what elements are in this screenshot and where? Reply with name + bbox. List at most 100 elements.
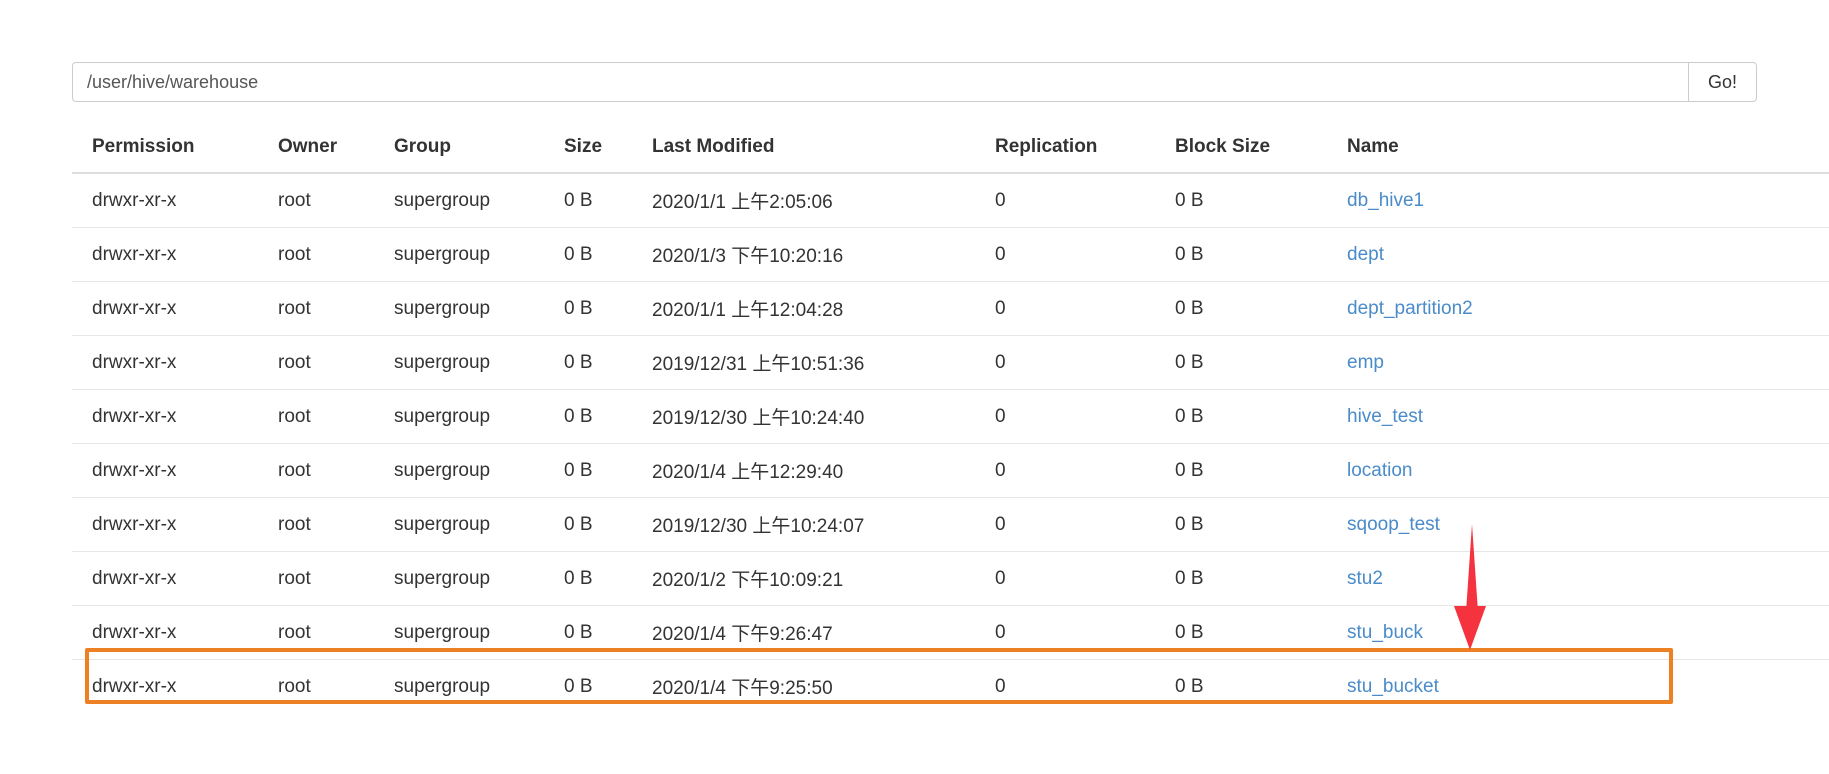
cell-size: 0 B — [544, 551, 632, 606]
cell-owner: root — [258, 335, 374, 390]
column-header-last-modified[interactable]: Last Modified — [632, 128, 975, 174]
cell-last-modified: 2020/1/1 上午2:05:06 — [652, 192, 833, 213]
cell-group: supergroup — [374, 389, 544, 444]
cell-owner: root — [258, 497, 374, 552]
cell-group: supergroup — [374, 227, 544, 282]
table-row: drwxr-xr-x root supergroup 0 B 2020/1/4 下午9:… — [72, 605, 1829, 660]
cell-owner: root — [258, 281, 374, 336]
file-link[interactable]: dept — [1347, 244, 1384, 265]
cell-block-size: 0 B — [1155, 443, 1327, 498]
table-row: drwxr-xr-x root supergroup 0 B 2020/1/1 上午2:… — [72, 173, 1829, 228]
cell-block-size: 0 B — [1155, 605, 1327, 660]
cell-last-modified: 2020/1/3 下午10:20:16 — [632, 227, 975, 282]
column-header-name[interactable]: Name — [1327, 128, 1829, 174]
cell-last-modified: 2020/1/4 下午9:26:47 — [632, 605, 975, 660]
cell-group: supergroup — [374, 551, 544, 606]
cell-name: stu2 — [1327, 551, 1829, 606]
cell-owner: root — [258, 605, 374, 660]
cell-name: dept — [1327, 227, 1829, 282]
cell-last-modified: 2020/1/4 上午12:29:40 — [632, 443, 975, 498]
cell-owner: root — [258, 659, 374, 713]
cell-permission: drwxr-xr-x — [72, 659, 258, 713]
table-header-row: Permission Owner Group Size Last Modifie… — [72, 128, 1829, 174]
cell-group: supergroup — [374, 335, 544, 390]
cell-name: dept_partition2 — [1327, 281, 1829, 336]
cell-replication: 0 — [975, 605, 1155, 660]
directory-listing-table: Permission Owner Group Size Last Modifie… — [72, 128, 1829, 713]
cell-replication: 0 — [975, 497, 1155, 552]
cell-replication: 0 — [995, 189, 1006, 211]
cell-owner: root — [278, 189, 311, 211]
cell-name: emp — [1327, 335, 1829, 390]
table-row: drwxr-xr-x root supergroup 0 B 2019/12/30 上午… — [72, 389, 1829, 444]
cell-last-modified: 2019/12/31 上午10:51:36 — [632, 335, 975, 390]
table-row: drwxr-xr-x root supergroup 0 B 2020/1/3 下午10… — [72, 227, 1829, 282]
cell-permission: drwxr-xr-x — [92, 189, 177, 211]
cell-block-size: 0 B — [1155, 551, 1327, 606]
path-navigation-form: Go! — [72, 62, 1757, 102]
column-header-owner[interactable]: Owner — [258, 128, 374, 174]
cell-group: supergroup — [374, 605, 544, 660]
table-row: drwxr-xr-x root supergroup 0 B 2019/12/31 上午… — [72, 335, 1829, 390]
cell-last-modified: 2020/1/1 上午12:04:28 — [632, 281, 975, 336]
cell-group: supergroup — [374, 659, 544, 713]
file-link[interactable]: emp — [1347, 352, 1384, 373]
table-row: drwxr-xr-x root supergroup 0 B 2020/1/1 上午12… — [72, 281, 1829, 336]
cell-size: 0 B — [544, 227, 632, 282]
file-link[interactable]: dept_partition2 — [1347, 298, 1473, 319]
cell-name: sqoop_test — [1327, 497, 1829, 552]
cell-replication: 0 — [975, 659, 1155, 713]
column-header-size[interactable]: Size — [544, 128, 632, 174]
cell-group: supergroup — [374, 281, 544, 336]
cell-block-size: 0 B — [1155, 497, 1327, 552]
cell-block-size: 0 B — [1155, 659, 1327, 713]
cell-permission: drwxr-xr-x — [72, 443, 258, 498]
cell-group: supergroup — [374, 497, 544, 552]
cell-replication: 0 — [975, 389, 1155, 444]
go-button[interactable]: Go! — [1688, 62, 1757, 102]
file-link[interactable]: db_hive1 — [1347, 190, 1424, 211]
cell-size: 0 B — [544, 335, 632, 390]
cell-block-size: 0 B — [1155, 335, 1327, 390]
column-header-group[interactable]: Group — [374, 128, 544, 174]
table-row: drwxr-xr-x root supergroup 0 B 2020/1/4 上午12… — [72, 443, 1829, 498]
cell-size: 0 B — [544, 497, 632, 552]
table-row: drwxr-xr-x root supergroup 0 B 2019/12/30 上午… — [72, 497, 1829, 552]
file-link[interactable]: stu2 — [1347, 568, 1383, 589]
cell-block-size: 0 B — [1155, 389, 1327, 444]
column-header-block-size[interactable]: Block Size — [1155, 128, 1327, 174]
cell-size: 0 B — [544, 443, 632, 498]
cell-name: stu_buck — [1327, 605, 1829, 660]
file-link[interactable]: stu_bucket — [1347, 676, 1439, 697]
cell-name: location — [1327, 443, 1829, 498]
cell-replication: 0 — [975, 335, 1155, 390]
cell-permission: drwxr-xr-x — [72, 551, 258, 606]
cell-permission: drwxr-xr-x — [72, 605, 258, 660]
cell-name: hive_test — [1327, 389, 1829, 444]
file-link[interactable]: location — [1347, 460, 1413, 481]
file-link[interactable]: stu_buck — [1347, 622, 1423, 643]
column-header-permission[interactable]: Permission — [72, 128, 258, 174]
cell-permission: drwxr-xr-x — [72, 227, 258, 282]
cell-size: 0 B — [544, 659, 632, 713]
path-input[interactable] — [72, 62, 1688, 102]
cell-replication: 0 — [975, 227, 1155, 282]
table-row: drwxr-xr-x root supergroup 0 B 2020/1/2 下午10… — [72, 551, 1829, 606]
cell-replication: 0 — [975, 443, 1155, 498]
cell-owner: root — [258, 443, 374, 498]
cell-replication: 0 — [975, 551, 1155, 606]
table-header: Permission Owner Group Size Last Modifie… — [72, 128, 1829, 174]
cell-block-size: 0 B — [1175, 189, 1204, 211]
cell-permission: drwxr-xr-x — [72, 497, 258, 552]
cell-block-size: 0 B — [1155, 281, 1327, 336]
file-link[interactable]: hive_test — [1347, 406, 1423, 427]
cell-size: 0 B — [564, 189, 593, 211]
column-header-replication[interactable]: Replication — [975, 128, 1155, 174]
file-link[interactable]: sqoop_test — [1347, 514, 1440, 535]
cell-last-modified: 2019/12/30 上午10:24:40 — [632, 389, 975, 444]
cell-replication: 0 — [975, 281, 1155, 336]
table-body: drwxr-xr-x root supergroup 0 B 2020/1/1 上午2:… — [72, 173, 1829, 713]
cell-size: 0 B — [544, 605, 632, 660]
table-row: drwxr-xr-x root supergroup 0 B 2020/1/4 下午9:… — [72, 659, 1829, 713]
cell-permission: drwxr-xr-x — [72, 335, 258, 390]
